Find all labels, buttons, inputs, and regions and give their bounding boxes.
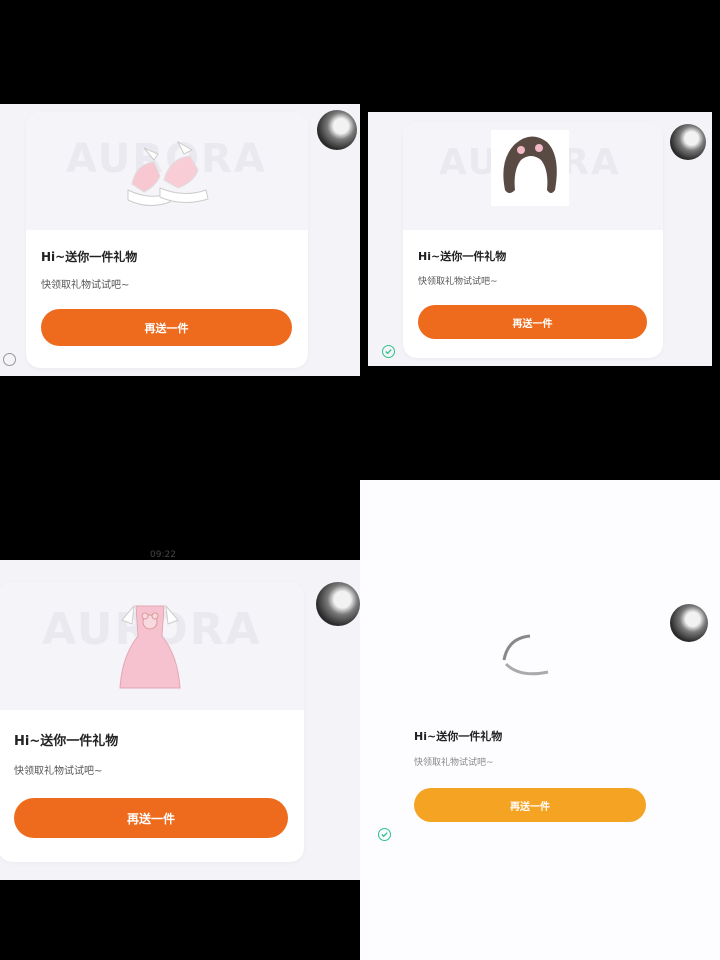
avatar	[316, 582, 360, 626]
loading-icon	[496, 630, 556, 680]
gift-title: Hi~送你一件礼物	[418, 250, 507, 263]
gift-hero: AURORA	[403, 122, 663, 230]
gift-title: Hi~送你一件礼物	[41, 250, 138, 264]
gift-subtitle: 快领取礼物试试吧~	[14, 766, 103, 777]
shoes-icon	[124, 140, 214, 212]
avatar	[670, 124, 706, 160]
avatar	[670, 604, 708, 642]
gift-subtitle: 快领取礼物试试吧~	[414, 758, 494, 768]
send-another-button[interactable]: 再送一件	[418, 305, 647, 339]
send-another-button[interactable]: 再送一件	[14, 798, 288, 838]
select-radio[interactable]	[378, 828, 391, 841]
gift-subtitle: 快领取礼物试试吧~	[41, 280, 130, 291]
gift-hero: AURORA	[26, 112, 308, 230]
check-icon	[381, 832, 388, 838]
gift-title: Hi~送你一件礼物	[14, 734, 119, 749]
gift-hero: AURORA	[0, 582, 304, 710]
hair-icon	[491, 130, 569, 206]
panel-loading: Hi~送你一件礼物 快领取礼物试试吧~ 再送一件	[360, 480, 720, 960]
select-radio[interactable]	[3, 353, 16, 366]
gift-title: Hi~送你一件礼物	[414, 730, 503, 743]
select-radio[interactable]	[382, 345, 395, 358]
panel-dress: AURORA Hi~送你一件礼物 快领取礼物试试吧~ 再送一件	[0, 560, 360, 880]
gift-subtitle: 快领取礼物试试吧~	[418, 277, 498, 287]
dress-icon	[114, 600, 186, 692]
gift-card[interactable]: AURORA Hi~送你一件礼物 快领取礼物试试吧~ 再送一件	[0, 582, 304, 862]
gift-card[interactable]: AURORA Hi~送你一件礼物 快领取礼物试试吧~ 再送一件	[403, 122, 663, 358]
panel-shoes: AURORA Hi~送你一件礼物 快领取礼物试试吧~ 再送一件	[0, 104, 360, 376]
gift-card[interactable]: AURORA Hi~送你一件礼物 快领取礼物试试吧~ 再送一件	[26, 112, 308, 368]
panel-hair: AURORA Hi~送你一件礼物 快领取礼物试试吧~ 再送一件	[368, 112, 712, 366]
timestamp: 09:22	[150, 550, 176, 560]
avatar	[317, 110, 357, 150]
send-another-button[interactable]: 再送一件	[41, 309, 292, 346]
check-icon	[385, 349, 392, 355]
send-another-button[interactable]: 再送一件	[414, 788, 646, 822]
